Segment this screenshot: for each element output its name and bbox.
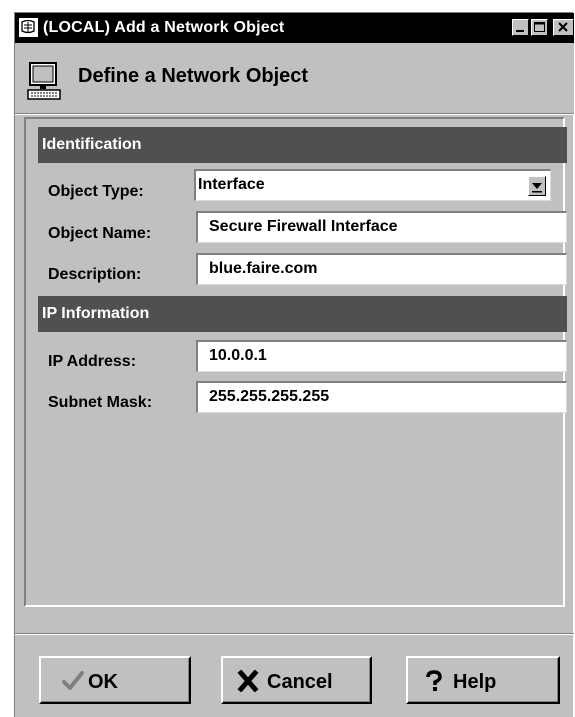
maximize-icon[interactable] — [531, 19, 548, 36]
object-type-select[interactable]: Interface — [194, 169, 551, 201]
form-panel: Identification Object Type: Interface Ob… — [24, 117, 567, 607]
ip-information-section-header: IP Information — [38, 296, 567, 332]
app-icon[interactable] — [19, 18, 38, 37]
cancel-button-label: Cancel — [267, 671, 333, 693]
identification-section-header: Identification — [38, 127, 567, 163]
subnet-mask-label: Subnet Mask: — [48, 394, 153, 411]
description-field[interactable]: blue.faire.com — [196, 253, 567, 285]
object-type-label: Object Type: — [48, 183, 144, 200]
dialog-title: Define a Network Object — [78, 65, 309, 87]
ip-address-field[interactable]: 10.0.0.1 — [196, 340, 567, 372]
cancel-button[interactable]: Cancel — [221, 656, 372, 704]
title-bar[interactable]: (LOCAL) Add a Network Object — [15, 13, 574, 43]
x-icon — [237, 669, 259, 693]
object-name-label: Object Name: — [48, 225, 152, 242]
ok-button-label: OK — [88, 671, 118, 693]
network-object-icon — [27, 61, 61, 101]
ok-button[interactable]: OK — [39, 656, 191, 704]
dialog-header: Define a Network Object — [15, 43, 574, 113]
header-divider-highlight — [15, 114, 574, 115]
footer-divider-highlight — [15, 634, 574, 635]
chevron-down-icon[interactable] — [528, 176, 546, 196]
ip-address-label: IP Address: — [48, 353, 137, 370]
minimize-icon[interactable] — [512, 19, 529, 36]
question-mark-icon — [423, 670, 445, 692]
subnet-mask-field[interactable]: 255.255.255.255 — [196, 381, 567, 413]
close-icon[interactable] — [553, 19, 574, 36]
window-title: (LOCAL) Add a Network Object — [43, 19, 285, 36]
object-type-value: Interface — [198, 176, 265, 193]
description-label: Description: — [48, 266, 142, 283]
checkmark-icon — [62, 670, 84, 692]
help-button[interactable]: Help — [406, 656, 560, 704]
add-network-object-window: (LOCAL) Add a Network Object Define a Ne… — [14, 12, 574, 717]
help-button-label: Help — [453, 671, 497, 693]
object-name-field[interactable]: Secure Firewall Interface — [196, 211, 567, 243]
